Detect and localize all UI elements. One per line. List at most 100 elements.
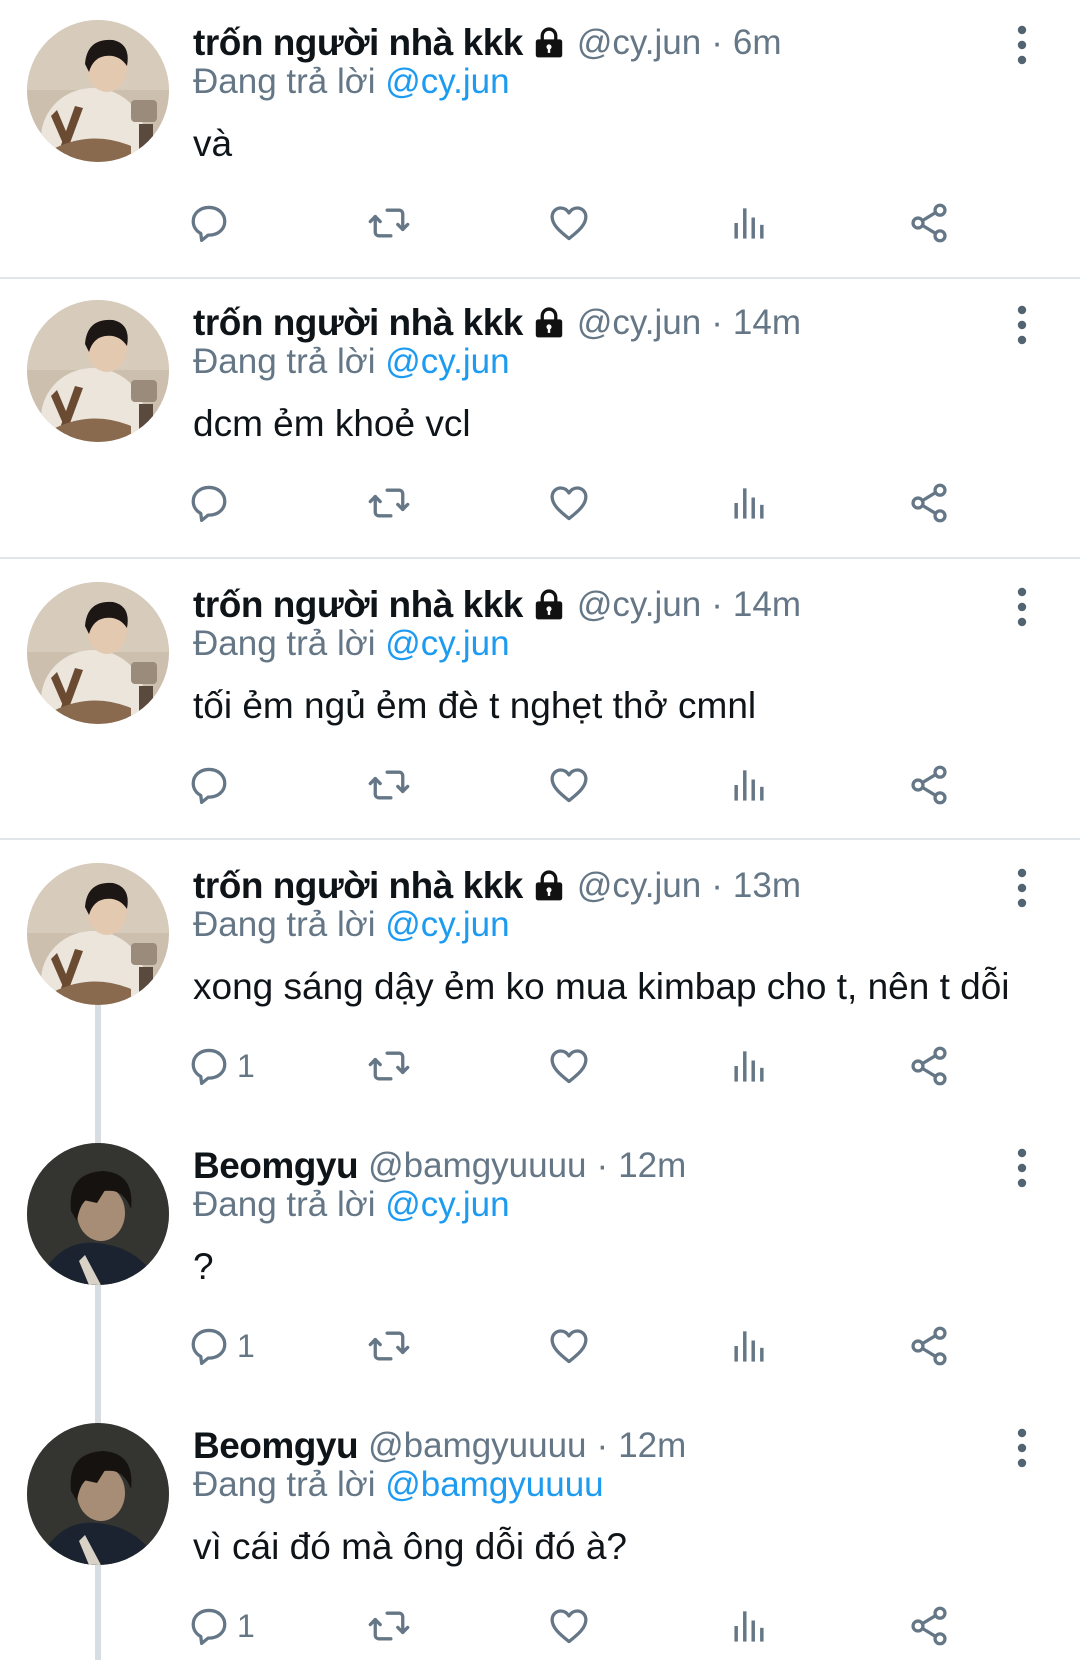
more-vertical-icon[interactable] bbox=[1005, 865, 1039, 911]
avatar[interactable] bbox=[27, 20, 169, 162]
handle[interactable]: @cy.jun bbox=[577, 585, 701, 625]
dot-separator: · bbox=[711, 23, 723, 62]
timestamp[interactable]: 14m bbox=[733, 303, 801, 343]
heart-icon bbox=[547, 201, 591, 245]
share-button[interactable] bbox=[907, 1041, 951, 1091]
share-button[interactable] bbox=[907, 1321, 951, 1371]
replying-to-handle[interactable]: @cy.jun bbox=[385, 624, 509, 663]
replying-to: Đang trả lời @cy.jun bbox=[193, 342, 510, 382]
reply-button[interactable]: 1 bbox=[187, 1321, 255, 1371]
tweet-text: vì cái đó mà ông dỗi đó à? bbox=[193, 1526, 628, 1567]
more-vertical-icon[interactable] bbox=[1005, 1425, 1039, 1471]
share-button[interactable] bbox=[907, 478, 951, 528]
avatar[interactable] bbox=[27, 300, 169, 442]
share-icon bbox=[907, 763, 951, 807]
handle[interactable]: @cy.jun bbox=[577, 866, 701, 906]
lock-icon bbox=[531, 587, 567, 623]
share-button[interactable] bbox=[907, 1601, 951, 1651]
retweet-button[interactable] bbox=[367, 1321, 411, 1371]
retweet-button[interactable] bbox=[367, 1601, 411, 1651]
timestamp[interactable]: 6m bbox=[733, 23, 782, 63]
share-icon bbox=[907, 201, 951, 245]
display-name[interactable]: trốn người nhà kkk bbox=[193, 22, 523, 64]
timestamp[interactable]: 12m bbox=[618, 1426, 686, 1466]
more-vertical-icon[interactable] bbox=[1005, 22, 1039, 68]
more-vertical-icon[interactable] bbox=[1005, 1145, 1039, 1191]
tweet-text: ? bbox=[193, 1246, 214, 1287]
retweet-button[interactable] bbox=[367, 760, 411, 810]
like-button[interactable] bbox=[547, 1601, 591, 1651]
retweet-button[interactable] bbox=[367, 1041, 411, 1091]
handle[interactable]: @cy.jun bbox=[577, 303, 701, 343]
views-button[interactable] bbox=[727, 760, 771, 810]
share-icon bbox=[907, 481, 951, 525]
share-button[interactable] bbox=[907, 760, 951, 810]
tweet-divider bbox=[0, 838, 1080, 840]
analytics-icon bbox=[727, 1604, 771, 1648]
reply-button[interactable]: 1 bbox=[187, 1041, 255, 1091]
reply-button[interactable] bbox=[187, 198, 231, 248]
dot-separator: · bbox=[711, 866, 723, 905]
views-button[interactable] bbox=[727, 1601, 771, 1651]
reply-icon bbox=[187, 1044, 231, 1088]
like-button[interactable] bbox=[547, 478, 591, 528]
timestamp[interactable]: 12m bbox=[618, 1146, 686, 1186]
replying-to-handle[interactable]: @cy.jun bbox=[385, 62, 509, 101]
display-name[interactable]: trốn người nhà kkk bbox=[193, 302, 523, 344]
replying-to-label: Đang trả lời bbox=[193, 62, 376, 101]
tweet[interactable]: trốn người nhà kkk @cy.jun · 13m Đang trả lờ… bbox=[0, 861, 1080, 1111]
tweet-actions: 1 bbox=[191, 1321, 1053, 1371]
reply-button[interactable]: 1 bbox=[187, 1601, 255, 1651]
retweet-button[interactable] bbox=[367, 478, 411, 528]
timestamp[interactable]: 14m bbox=[733, 585, 801, 625]
tweet[interactable]: Beomgyu @bamgyuuuu · 12m Đang trả lời @cy.ju… bbox=[0, 1141, 1080, 1391]
tweet[interactable]: trốn người nhà kkk @cy.jun · 14m Đang trả lờ… bbox=[0, 298, 1080, 548]
replying-to-handle[interactable]: @cy.jun bbox=[385, 342, 509, 381]
replying-to-label: Đang trả lời bbox=[193, 624, 376, 663]
timestamp[interactable]: 13m bbox=[733, 866, 801, 906]
avatar[interactable] bbox=[27, 582, 169, 724]
like-button[interactable] bbox=[547, 760, 591, 810]
tweet[interactable]: Beomgyu @bamgyuuuu · 12m Đang trả lời @bamgy… bbox=[0, 1421, 1080, 1671]
analytics-icon bbox=[727, 201, 771, 245]
tweet[interactable]: trốn người nhà kkk @cy.jun · 6m Đang trả lời… bbox=[0, 18, 1080, 268]
replying-to-handle[interactable]: @cy.jun bbox=[385, 905, 509, 944]
handle[interactable]: @cy.jun bbox=[577, 23, 701, 63]
lock-icon bbox=[531, 868, 567, 904]
like-button[interactable] bbox=[547, 1321, 591, 1371]
reply-count: 1 bbox=[237, 1327, 255, 1364]
replying-to-handle[interactable]: @bamgyuuuu bbox=[385, 1465, 603, 1504]
tweet-divider bbox=[0, 277, 1080, 279]
views-button[interactable] bbox=[727, 478, 771, 528]
like-button[interactable] bbox=[547, 1041, 591, 1091]
like-button[interactable] bbox=[547, 198, 591, 248]
avatar[interactable] bbox=[27, 863, 169, 1005]
share-button[interactable] bbox=[907, 198, 951, 248]
display-name[interactable]: Beomgyu bbox=[193, 1425, 359, 1467]
avatar[interactable] bbox=[27, 1423, 169, 1565]
retweet-icon bbox=[367, 481, 411, 525]
views-button[interactable] bbox=[727, 1321, 771, 1371]
replying-to-label: Đang trả lời bbox=[193, 1185, 376, 1224]
replying-to-handle[interactable]: @cy.jun bbox=[385, 1185, 509, 1224]
handle[interactable]: @bamgyuuuu bbox=[368, 1146, 586, 1186]
views-button[interactable] bbox=[727, 198, 771, 248]
reply-icon bbox=[187, 201, 231, 245]
more-vertical-icon[interactable] bbox=[1005, 302, 1039, 348]
display-name[interactable]: Beomgyu bbox=[193, 1145, 359, 1187]
tweet-actions: 1 bbox=[191, 1601, 1053, 1651]
reply-button[interactable] bbox=[187, 478, 231, 528]
lock-icon bbox=[531, 25, 567, 61]
reply-button[interactable] bbox=[187, 760, 231, 810]
display-name[interactable]: trốn người nhà kkk bbox=[193, 584, 523, 626]
replying-to-label: Đang trả lời bbox=[193, 905, 376, 944]
reply-icon bbox=[187, 763, 231, 807]
display-name[interactable]: trốn người nhà kkk bbox=[193, 865, 523, 907]
views-button[interactable] bbox=[727, 1041, 771, 1091]
retweet-button[interactable] bbox=[367, 198, 411, 248]
replying-to: Đang trả lời @cy.jun bbox=[193, 62, 510, 102]
avatar[interactable] bbox=[27, 1143, 169, 1285]
tweet[interactable]: trốn người nhà kkk @cy.jun · 14m Đang trả lờ… bbox=[0, 580, 1080, 830]
more-vertical-icon[interactable] bbox=[1005, 584, 1039, 630]
handle[interactable]: @bamgyuuuu bbox=[368, 1426, 586, 1466]
